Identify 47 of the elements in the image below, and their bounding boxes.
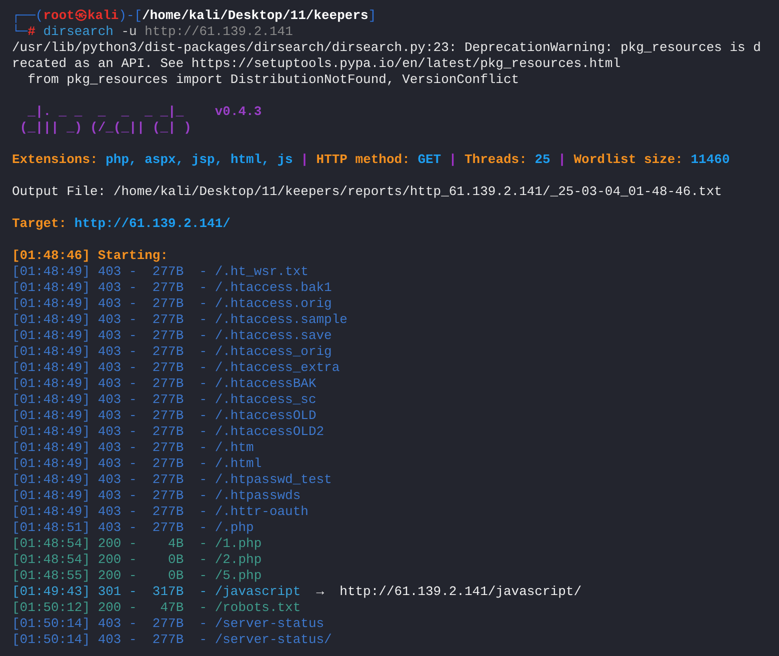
- config-label: Threads:: [464, 152, 527, 168]
- log-line: [01:48:49] 403 - 277B - /.htaccessOLD2: [12, 424, 324, 440]
- log-line: [01:48:54] 200 - 0B - /2.php: [12, 552, 262, 568]
- log-line: [01:48:49] 403 - 277B - /.ht_wsr.txt: [12, 264, 308, 280]
- log-line: [01:48:55] 200 - 0B - /5.php: [12, 568, 262, 584]
- log-line: [01:48:49] 403 - 277B - /.htaccess.sample: [12, 312, 348, 328]
- log-line: [01:48:49] 403 - 277B - /.html: [12, 456, 262, 472]
- config-separator: |: [558, 152, 566, 168]
- log-line: [01:48:49] 403 - 277B - /.httr-oauth: [12, 504, 308, 520]
- log-line: [01:48:49] 403 - 277B - /.htaccess_sc: [12, 392, 316, 408]
- warning-text: /usr/lib/python3/dist-packages/dirsearch/dirsearch.py:23: DeprecationWarning: pkg_resources is d: [12, 40, 762, 56]
- log-line: [01:48:49] 403 - 277B - /.htaccessOLD: [12, 408, 316, 424]
- banner-logo: _|. _ _ _ _ _ _|_ v0.4.3 (_||| _) (/_(_|| (_| ): [18, 104, 263, 136]
- log-line: [01:49:43] 301 - 317B - /javascript: [12, 584, 301, 600]
- command-line: └─# dirsearch -u http://61.139.2.141: [12, 24, 294, 40]
- log-line: [01:48:49] 403 - 277B - /.htm: [12, 440, 254, 456]
- target-label: Target:: [12, 216, 67, 232]
- log-line: [01:50:14] 403 - 277B - /server-status: [12, 616, 324, 632]
- output-file-text: Output File: /home/kali/Desktop/11/keepers/reports/http_61.139.2.141/_25-03-04_01-48-46.txt: [12, 184, 723, 200]
- config-value: GET: [418, 152, 442, 168]
- config-label: HTTP method:: [316, 152, 410, 168]
- warning-text: from pkg_resources import DistributionNotFound, VersionConflict: [26, 72, 520, 88]
- config-label: Extensions:: [12, 152, 98, 168]
- config-value: 11460: [690, 152, 730, 168]
- log-line: [01:50:12] 200 - 47B - /robots.txt: [12, 600, 301, 616]
- log-line: [01:48:49] 403 - 277B - /.htaccessBAK: [12, 376, 316, 392]
- warning-text: recated as an API. See https://setuptools.pypa.io/en/latest/pkg_resources.html: [12, 56, 622, 72]
- log-line: [01:50:14] 403 - 277B - /server-status/: [12, 632, 332, 648]
- config-value: 25: [534, 152, 550, 168]
- log-line: [01:48:49] 403 - 277B - /.htaccess_extra: [12, 360, 340, 376]
- config-separator: |: [300, 152, 308, 168]
- log-line: [01:48:49] 403 - 277B - /.htaccess.save: [12, 328, 332, 344]
- config-label: Wordlist size:: [574, 152, 683, 168]
- log-line: [01:48:51] 403 - 277B - /.php: [12, 520, 254, 536]
- starting-text: [01:48:46] Starting:: [12, 248, 170, 264]
- log-line: [01:48:49] 403 - 277B - /.htpasswd_test: [12, 472, 332, 488]
- log-line: [01:48:49] 403 - 277B - /.htaccess.bak1: [12, 280, 332, 296]
- prompt-line: ┌──(root㉿kali)-[/home/kali/Desktop/11/keepers]: [12, 8, 378, 24]
- log-line: [01:48:54] 200 - 4B - /1.php: [12, 536, 262, 552]
- version-label: v0.4.3: [214, 104, 262, 119]
- log-line: [01:48:49] 403 - 277B - /.htaccess.orig: [12, 296, 332, 312]
- log-line: [01:48:49] 403 - 277B - /.htpasswds: [12, 488, 301, 504]
- redirect-url: → http://61.139.2.141/javascript/: [316, 584, 582, 600]
- config-value: php, aspx, jsp, html, js: [106, 152, 293, 168]
- target-url: http://61.139.2.141/: [74, 216, 230, 232]
- log-line: [01:48:49] 403 - 277B - /.htaccess_orig: [12, 344, 332, 360]
- config-separator: |: [448, 152, 457, 168]
